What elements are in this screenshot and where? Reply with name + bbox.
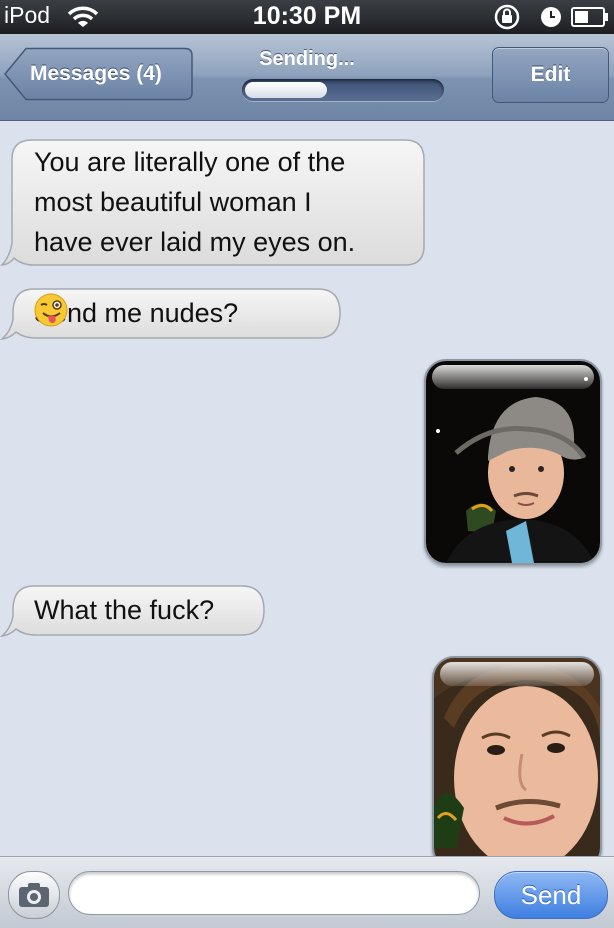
man-closeup-photo <box>434 658 600 856</box>
incoming-message-bubble[interactable]: Send me nudes? <box>0 287 344 343</box>
photo-gloss <box>440 662 594 686</box>
message-text-line: most beautiful woman I <box>34 187 312 217</box>
clock: 10:30 PM <box>252 2 362 30</box>
message-thread[interactable]: You are literally one of the most beauti… <box>0 121 614 856</box>
message-text: What the fuck? <box>34 595 215 625</box>
message-text-line: You are literally one of the <box>34 147 346 177</box>
outgoing-photo-message[interactable] <box>424 359 602 565</box>
edit-button[interactable]: Edit <box>492 47 609 103</box>
send-progress-bar <box>242 79 444 101</box>
man-in-bucket-hat-photo <box>426 361 600 563</box>
battery-icon <box>571 7 609 27</box>
photo-gloss <box>432 365 594 389</box>
incoming-message-bubble[interactable]: What the fuck? <box>0 584 268 640</box>
message-input-bar: Send <box>0 856 614 928</box>
send-progress-fill <box>245 82 327 98</box>
send-button[interactable]: Send <box>494 871 608 919</box>
outgoing-photo-message[interactable] <box>432 656 602 856</box>
camera-icon <box>19 883 49 907</box>
camera-button[interactable] <box>8 871 60 919</box>
status-bar: iPod 10:30 PM <box>0 0 614 34</box>
message-text-line: have ever laid my eyes on. <box>34 227 356 257</box>
alarm-icon <box>540 6 562 28</box>
message-text-field[interactable] <box>68 871 480 915</box>
navigation-bar: Messages (4) Sending... Edit <box>0 34 614 121</box>
rotation-lock-icon <box>494 4 520 30</box>
incoming-message-bubble[interactable]: You are literally one of the most beauti… <box>0 138 430 270</box>
winking-face-tongue-icon <box>34 293 280 332</box>
